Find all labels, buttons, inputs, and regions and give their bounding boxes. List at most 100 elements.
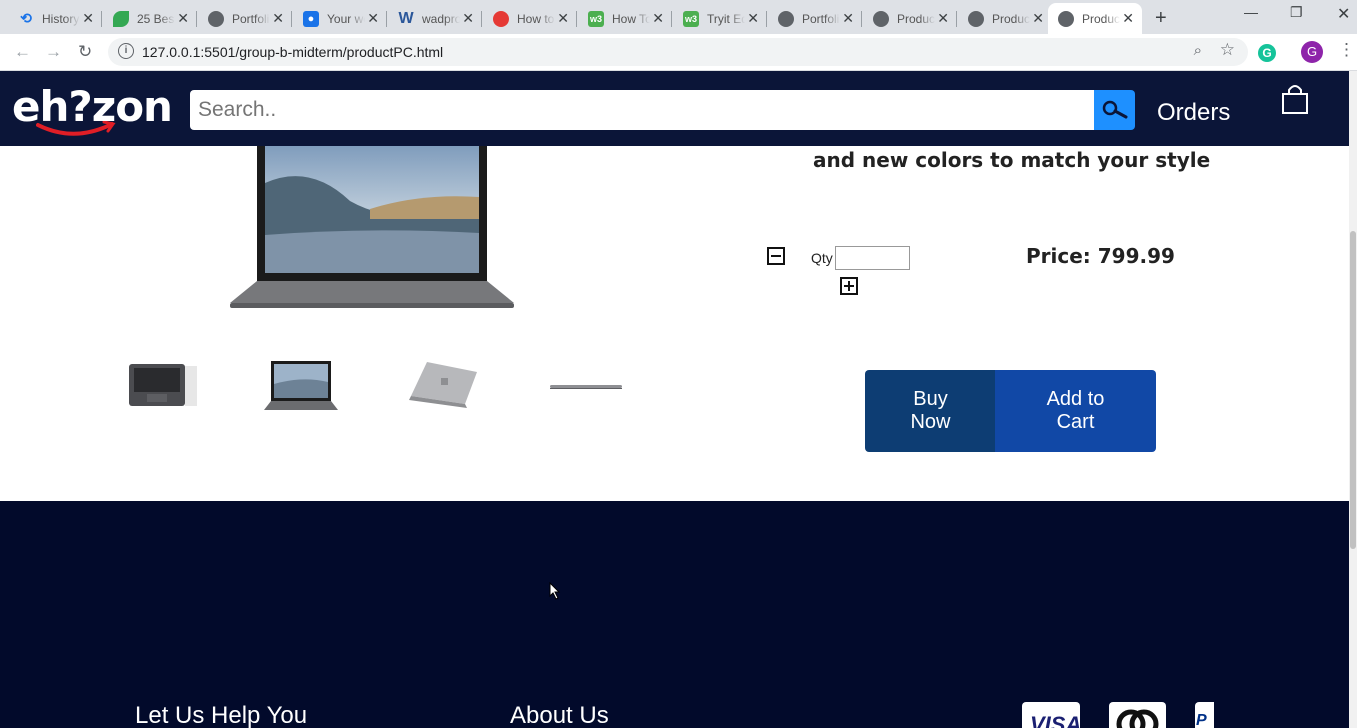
browser-tab[interactable]: W wadpro ✕ [388,3,482,34]
product-price: Price: 799.99 [1026,244,1175,268]
word-icon: W [398,9,414,27]
leaf-icon [113,10,129,27]
product-thumbnail[interactable] [120,356,200,416]
info-icon[interactable]: i [118,43,134,59]
add-to-cart-label: Add to Cart [1046,388,1105,433]
tab-title: How To [612,11,650,26]
history-icon: ⟲ [20,10,32,26]
qty-increase-button[interactable] [840,277,858,295]
globe-icon [1058,10,1074,27]
qty-label: Qty [811,250,833,266]
browser-tab[interactable]: How to ✕ [483,3,577,34]
browser-tab[interactable]: 25 Best ✕ [103,3,197,34]
mastercard-icon [1116,709,1159,728]
mastercard-logo [1109,702,1166,728]
minimize-icon[interactable]: — [1244,4,1258,20]
product-thumbnail[interactable] [405,356,485,416]
bookmark-star-icon[interactable]: ☆ [1220,40,1235,60]
qty-input[interactable] [835,246,910,270]
site-header: eh?zon Orders [0,71,1349,146]
logo-smile-icon [36,121,116,136]
close-icon[interactable]: ✕ [1032,10,1044,26]
buy-now-button[interactable]: Buy Now [865,370,996,452]
search-button[interactable] [1094,90,1135,130]
browser-tab[interactable]: Product ✕ [958,3,1052,34]
browser-tab[interactable]: Portfolio ✕ [768,3,862,34]
browser-tab[interactable]: Portfolio ✕ [198,3,292,34]
back-icon[interactable]: ← [14,42,31,62]
browser-tab[interactable]: ⟲ History ✕ [8,3,102,34]
close-icon[interactable]: ✕ [842,10,854,26]
close-icon[interactable]: ✕ [462,10,474,26]
restore-icon[interactable]: ❐ [1290,4,1303,21]
product-thumbnail[interactable] [546,356,626,416]
site-logo[interactable]: eh?zon [12,85,173,136]
browser-tab-bar: ⟲ History ✕ 25 Best ✕ Portfolio ✕ ● Your… [0,0,1357,34]
close-icon[interactable]: ✕ [557,10,569,26]
page-scrollbar[interactable] [1349,71,1357,728]
browser-tab[interactable]: ● Your wedding ✕ [293,3,387,34]
visa-text: VISA [1030,712,1082,728]
reload-icon[interactable]: ↻ [78,42,92,62]
close-icon[interactable]: ✕ [82,10,94,26]
product-tagline: and new colors to match your style [813,148,1211,172]
add-to-cart-button[interactable]: Add to Cart [995,370,1156,452]
search-input[interactable] [190,90,1094,130]
qty-decrease-button[interactable] [767,247,785,265]
mouse-cursor-icon [549,582,561,600]
visa-logo: VISA [1022,702,1082,728]
orders-link[interactable]: Orders [1157,99,1230,127]
grammarly-extension-icon[interactable]: G [1258,44,1276,62]
tab-title: Product [1082,11,1120,26]
paypal-text-icon: P [1196,712,1207,728]
globe-icon [208,10,224,27]
new-tab-icon[interactable]: + [1155,7,1167,30]
tab-title: Your wedding [327,11,365,26]
contact-icon: ● [303,10,319,27]
window-close-icon[interactable]: ✕ [1337,4,1350,24]
browser-tab-active[interactable]: Product ✕ [1048,3,1142,34]
scrollbar-thumb[interactable] [1350,231,1356,549]
close-icon[interactable]: ✕ [652,10,664,26]
tab-title: Tryit Editor [707,11,745,26]
search-icon [1102,100,1127,119]
browser-toolbar: ← → ↻ i 127.0.0.1:5501/group-b-midterm/p… [0,34,1357,71]
close-icon[interactable]: ✕ [272,10,284,26]
browser-tab[interactable]: w3 How To ✕ [578,3,672,34]
browser-tab[interactable]: w3 Tryit Editor ✕ [673,3,767,34]
close-icon[interactable]: ✕ [747,10,759,26]
profile-avatar[interactable]: G [1301,41,1323,63]
browser-tab[interactable]: Product ✕ [863,3,957,34]
tab-title: How to [517,11,555,26]
tab-title: Product [992,11,1030,26]
w3-icon: w3 [683,10,699,27]
url-text[interactable]: 127.0.0.1:5501/group-b-midterm/productPC… [142,44,443,60]
site-footer: Let Us Help You About Us VISA P [0,501,1349,728]
tab-title: 25 Best [137,11,175,26]
globe-icon [873,10,889,27]
globe-icon [778,10,794,27]
close-icon[interactable]: ✕ [937,10,949,26]
footer-heading-about: About Us [510,702,609,728]
buy-now-label: Buy Now [910,388,951,433]
tab-title: Portfolio [232,11,270,26]
tab-title: Product [897,11,935,26]
address-bar[interactable]: i 127.0.0.1:5501/group-b-midterm/product… [108,38,1248,66]
paypal-logo: P [1195,702,1214,728]
product-thumbnail[interactable] [262,356,342,416]
tab-title: History [42,11,80,26]
w3-icon: w3 [588,10,604,27]
page-viewport: eh?zon Orders and new colors to match yo… [0,71,1349,728]
forward-icon[interactable]: → [45,42,62,62]
tab-title: Portfolio [802,11,840,26]
close-icon[interactable]: ✕ [177,10,189,26]
tab-title: wadpro [422,11,460,26]
footer-heading-help: Let Us Help You [135,702,308,728]
close-icon[interactable]: ✕ [367,10,379,26]
globe-icon [968,10,984,27]
close-icon[interactable]: ✕ [1122,10,1134,26]
shopping-bag-icon[interactable] [1280,83,1310,115]
browser-menu-icon[interactable]: ⋮ [1338,40,1355,60]
product-main-image [230,123,514,308]
zoom-icon[interactable]: ⌕ [1194,42,1202,59]
